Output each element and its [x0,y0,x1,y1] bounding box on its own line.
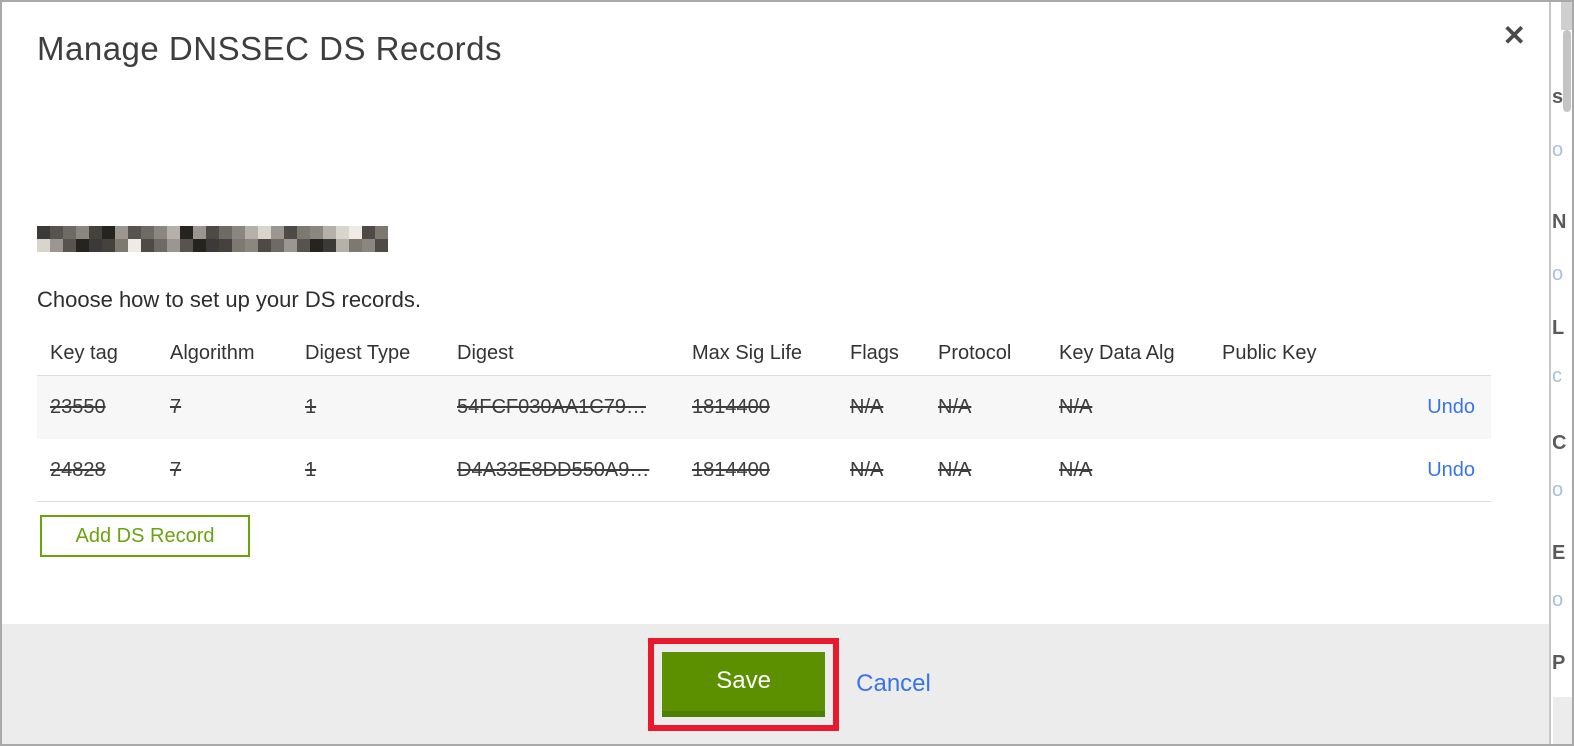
screenshot-frame: Manage DNSSEC DS Records ✕ Choose how to… [0,0,1574,746]
column-header: Digest Type [305,342,411,364]
background-text-fragment: o [1553,589,1564,611]
column-header: Key tag [50,342,118,364]
ds-records-table: Key tag Algorithm Digest Type Digest Max Sig… [37,332,1491,502]
table-cell: N/A [1059,396,1093,418]
column-header: Digest [457,342,514,364]
table-cell: 1 [305,458,317,481]
background-header-fragment [1561,2,1572,30]
column-header: Key Data Alg [1059,342,1175,364]
table-row: 23550 7 1 54FCF030AA1C79… 1814400 N/A N/A N/A Un… [37,376,1491,439]
table-cell: D4A33E8DD550A9… [457,458,650,481]
table-cell: N/A [938,458,972,481]
column-header: Max Sig Life [692,342,803,364]
modal-footer: Save Cancel [2,624,1549,744]
background-text-fragment: s [1553,86,1564,108]
cancel-link[interactable]: Cancel [856,670,931,698]
table-cell: 23550 [50,396,106,418]
table-cell: 7 [170,458,182,481]
table-cell: 1814400 [692,458,770,481]
table-body: 23550 7 1 54FCF030AA1C79… 1814400 N/A N/A N/A Un… [37,376,1491,502]
table-header-row: Key tag Algorithm Digest Type Digest Max Sig… [37,332,1491,376]
column-header: Algorithm [170,342,255,364]
table-cell: N/A [850,396,884,418]
table-cell: 24828 [50,458,106,481]
save-button[interactable]: Save [662,651,826,717]
red-highlight-annotation: Save [648,637,840,731]
background-text-fragment: E [1553,542,1566,564]
add-ds-record-button[interactable]: Add DS Record [40,515,250,557]
column-header: Flags [850,342,899,364]
table-cell: N/A [1059,458,1093,481]
table-cell: 1814400 [692,396,770,418]
column-header: Public Key [1222,342,1317,364]
background-text-fragment: N [1553,211,1567,233]
manage-dnssec-modal: Manage DNSSEC DS Records ✕ Choose how to… [2,2,1551,744]
background-text-fragment: L [1553,317,1565,339]
table-cell: 54FCF030AA1C79… [457,396,646,418]
background-text-fragment: C [1553,432,1567,454]
background-text-fragment: o [1553,263,1564,285]
undo-link[interactable]: Undo [1427,396,1475,418]
undo-link[interactable]: Undo [1427,459,1475,481]
background-page-sliver: s o No Lc Co Eo P [1553,2,1572,744]
column-header: Protocol [938,342,1012,364]
table-cell: 7 [170,396,182,418]
redacted-domain-name [37,226,388,252]
background-text-fragment: o [1553,479,1564,501]
scrollbar-thumb[interactable] [1563,30,1571,112]
background-footer-fragment [1553,697,1572,744]
page-title: Manage DNSSEC DS Records [37,30,503,67]
table-cell: 1 [305,396,317,418]
background-text-fragment: P [1553,652,1566,674]
background-text-fragment: c [1553,365,1562,387]
table-row: 24828 7 1 D4A33E8DD550A9… 1814400 N/A N/A N/A Un… [37,439,1491,502]
close-icon[interactable]: ✕ [1503,22,1526,50]
table-cell: N/A [850,458,884,481]
table-cell: N/A [938,396,972,418]
instruction-text: Choose how to set up your DS records. [37,287,421,312]
background-text-fragment: o [1553,139,1564,161]
